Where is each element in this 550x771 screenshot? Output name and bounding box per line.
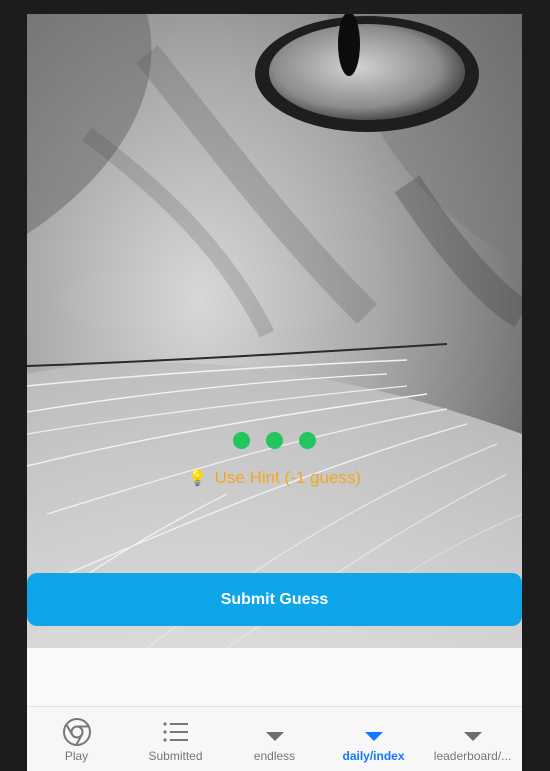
triangle-down-icon — [265, 731, 284, 741]
tab-label: Submitted — [148, 749, 203, 763]
lightbulb-icon: 💡 — [187, 470, 207, 487]
bottom-tab-bar: Play Submitted endless daily/index leade… — [27, 706, 522, 771]
cat-closeup-image — [27, 14, 522, 648]
puzzle-photo — [27, 14, 522, 648]
tab-play[interactable]: Play — [27, 707, 126, 771]
guess-dot — [266, 432, 283, 449]
use-hint-label: Use Hint (-1 guess) — [214, 468, 362, 487]
submit-guess-button[interactable]: Submit Guess — [27, 573, 522, 626]
chrome-icon — [27, 717, 126, 747]
triangle-down-icon — [463, 731, 482, 741]
list-icon — [126, 717, 225, 747]
remaining-guesses-indicator — [27, 432, 522, 450]
guess-dot — [299, 432, 316, 449]
tab-daily-index[interactable]: daily/index — [324, 707, 423, 771]
tab-label: daily/index — [342, 749, 405, 763]
use-hint-button[interactable]: 💡 Use Hint (-1 guess) — [27, 466, 522, 490]
app-screen: 💡 Use Hint (-1 guess) Submit Guess Play — [27, 14, 522, 771]
tab-leaderboard[interactable]: leaderboard/... — [423, 707, 522, 771]
tab-label: Play — [64, 749, 89, 763]
tab-label: endless — [253, 749, 296, 763]
guess-dot — [233, 432, 250, 449]
tab-endless[interactable]: endless — [225, 707, 324, 771]
triangle-down-icon — [364, 731, 383, 741]
tab-submitted[interactable]: Submitted — [126, 707, 225, 771]
tab-label: leaderboard/... — [433, 749, 512, 763]
